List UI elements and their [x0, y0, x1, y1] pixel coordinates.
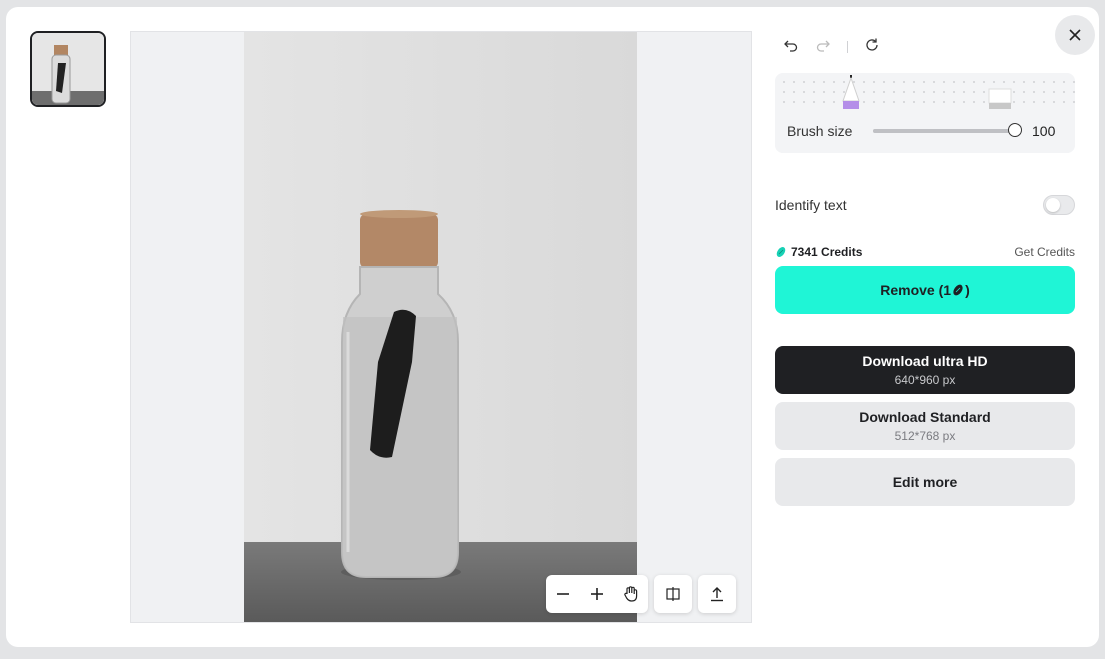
compare-icon[interactable] [654, 575, 692, 613]
image-canvas[interactable] [130, 31, 752, 623]
history-controls [775, 31, 1075, 63]
brush-size-label: Brush size [787, 123, 853, 139]
brush-settings: Brush size 100 [775, 73, 1075, 153]
redo-icon[interactable] [815, 37, 831, 58]
undo-icon[interactable] [783, 37, 799, 58]
brush-icon[interactable] [839, 73, 863, 113]
remove-button-label: Remove (1 [880, 282, 952, 298]
remove-button[interactable]: Remove (1 ) [775, 266, 1075, 314]
credits-amount: 7341 Credits [791, 245, 863, 259]
zoom-out-icon[interactable] [546, 575, 580, 613]
zoom-in-icon[interactable] [580, 575, 614, 613]
slider-knob[interactable] [1008, 123, 1022, 137]
refresh-icon[interactable] [864, 37, 880, 58]
credits-row: 7341 Credits Get Credits [775, 244, 1075, 260]
editor-modal: Brush size 100 Identify text 7341 Credit… [6, 7, 1099, 647]
download-standard-button[interactable]: Download Standard 512*768 px [775, 402, 1075, 450]
settings-panel: Brush size 100 Identify text 7341 Credit… [775, 31, 1075, 506]
credits-balance: 7341 Credits [775, 245, 862, 259]
get-credits-link[interactable]: Get Credits [1014, 245, 1075, 259]
slider-fill [873, 129, 1015, 133]
edit-more-button[interactable]: Edit more [775, 458, 1075, 506]
hand-icon[interactable] [614, 575, 648, 613]
brush-size-value: 100 [1032, 123, 1056, 139]
image-thumbnail[interactable] [30, 31, 106, 107]
history-divider [847, 41, 848, 53]
product-photo [244, 32, 637, 622]
download-ultra-hd-title: Download ultra HD [862, 353, 988, 369]
upload-control [698, 575, 736, 613]
upload-icon[interactable] [698, 575, 736, 613]
thumbnail-image [32, 33, 104, 105]
download-ultra-hd-button[interactable]: Download ultra HD 640*960 px [775, 346, 1075, 394]
canvas-toolbar [546, 575, 736, 613]
download-standard-size: 512*768 px [894, 429, 956, 443]
identify-text-row: Identify text [775, 193, 1075, 217]
bean-icon [953, 284, 963, 296]
brush-size-slider[interactable] [873, 123, 1022, 137]
download-standard-title: Download Standard [859, 409, 991, 425]
compare-control [654, 575, 692, 613]
bean-icon [776, 247, 786, 257]
download-ultra-hd-size: 640*960 px [894, 373, 956, 387]
brush-size-row: Brush size 100 [775, 109, 1075, 153]
zoom-controls [546, 575, 648, 613]
identify-text-label: Identify text [775, 197, 847, 213]
remove-button-suffix: ) [965, 282, 970, 298]
toggle-knob [1046, 198, 1060, 212]
identify-text-toggle[interactable] [1043, 195, 1075, 215]
edit-more-label: Edit more [892, 474, 958, 490]
